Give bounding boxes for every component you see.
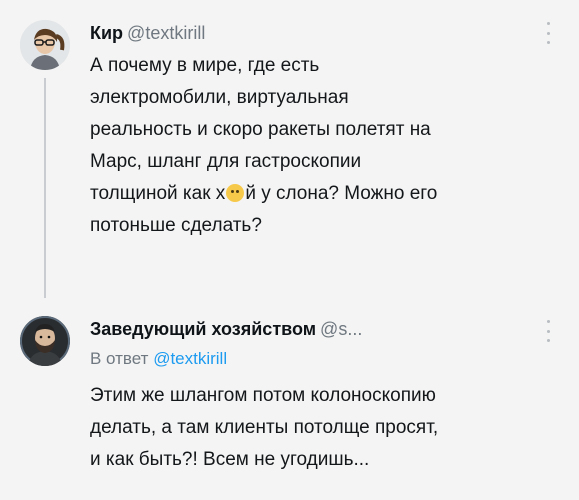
text-line: Марс, шланг для гастроскопии [90, 151, 362, 172]
text-line: толщиной как х й у слона? Можно его [90, 178, 437, 210]
tweet-text: Этим же шлангом потом колоноскопию делат… [90, 380, 438, 476]
text-segment: толщиной как х [90, 183, 226, 204]
tweet-text: А почему в мире, где есть электромобили,… [90, 50, 437, 242]
avatar[interactable] [20, 20, 70, 70]
person-with-glasses-avatar-icon [20, 20, 70, 70]
tweet-header: Заведующий хозяйством @s... [90, 318, 362, 340]
reply-prefix: В ответ [90, 349, 149, 368]
text-line: делать, а там клиенты потолще просят, [90, 417, 439, 438]
reply-context: В ответ @textkirill [90, 348, 227, 370]
avatar[interactable] [20, 316, 70, 366]
text-segment: й у слона? Можно его [245, 183, 438, 204]
author-handle[interactable]: @s... [320, 319, 362, 339]
more-options-icon[interactable] [545, 22, 551, 44]
author-handle[interactable]: @textkirill [127, 23, 205, 43]
reply-handle-link[interactable]: @textkirill [153, 349, 227, 368]
author-name[interactable]: Заведующий хозяйством [90, 319, 316, 339]
thread-connector-line [44, 78, 46, 298]
bearded-man-avatar-icon [20, 316, 70, 366]
text-line: Этим же шлангом потом колоноскопию [90, 385, 436, 406]
text-line: А почему в мире, где есть [90, 55, 320, 76]
thinking-face-icon [226, 184, 245, 202]
tweet-original[interactable]: Кир @textkirill А почему в мире, где есть… [0, 0, 579, 298]
tweet-reply[interactable]: Заведующий хозяйством @s... В ответ @text… [0, 290, 579, 500]
text-line: потоньше сделать? [90, 215, 262, 236]
more-options-icon[interactable] [545, 320, 551, 342]
text-line: и как быть?! Всем не угодишь... [90, 449, 370, 470]
tweet-header: Кир @textkirill [90, 22, 205, 44]
author-name[interactable]: Кир [90, 23, 123, 43]
text-line: электромобили, виртуальная [90, 87, 349, 108]
text-line: реальность и скоро ракеты полетят на [90, 119, 431, 140]
